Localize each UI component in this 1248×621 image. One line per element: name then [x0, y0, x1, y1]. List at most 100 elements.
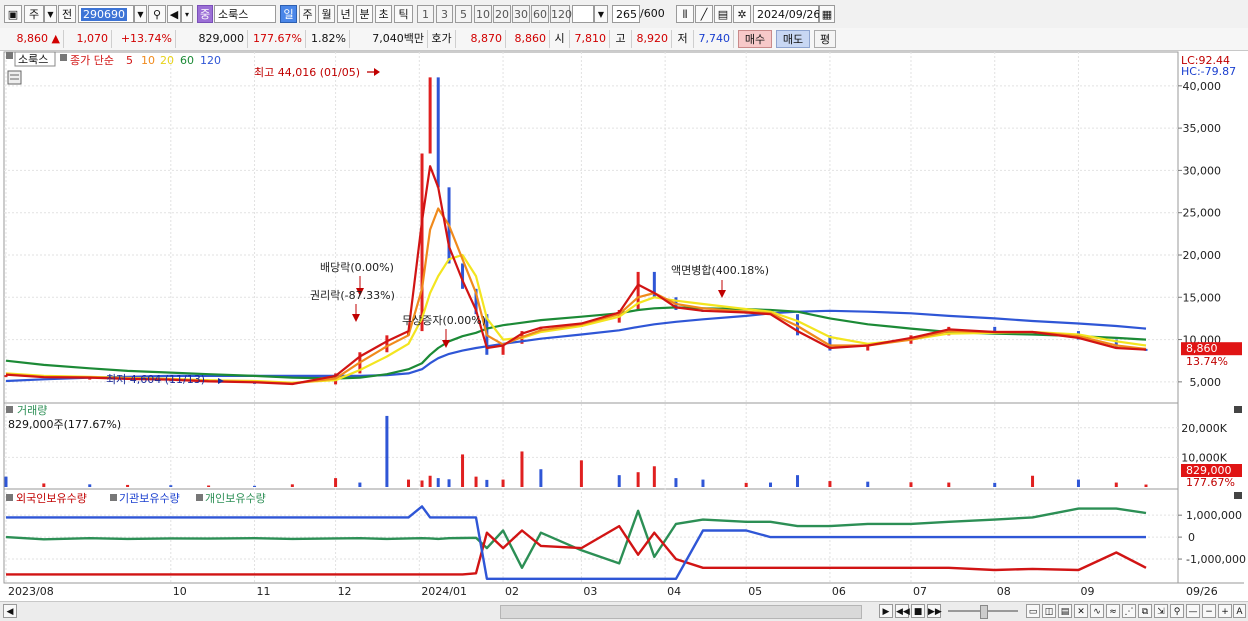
x-tick-label: 05	[748, 585, 762, 598]
wave-tool-icon[interactable]: ≈	[1106, 604, 1120, 618]
x-tick-label: 04	[667, 585, 681, 598]
volume-bar	[617, 475, 621, 487]
panel-bullet-icon	[196, 494, 203, 501]
interval-custom-input[interactable]	[572, 5, 594, 23]
interval-3-button[interactable]: 3	[436, 5, 453, 23]
crosshair-icon[interactable]: ✕	[1074, 604, 1088, 618]
calculator-icon[interactable]	[7, 70, 22, 85]
interval-dropdown-icon[interactable]: ▼	[594, 5, 608, 23]
tf-day-button[interactable]: 일	[280, 5, 297, 23]
panel-close-icon[interactable]	[1234, 492, 1242, 499]
price-candle	[385, 335, 389, 353]
low-price: 7,740	[694, 30, 734, 48]
ma-period-60: 60	[180, 54, 194, 67]
chart-area: 2023/08 10 11 12 2024/01 02 03 04 05 06 07 08 09 09/2…	[0, 50, 1248, 621]
stop-icon[interactable]: ■	[911, 604, 925, 618]
search-icon[interactable]: ⚲	[148, 5, 166, 23]
volume-bar	[520, 451, 524, 487]
price-candle	[428, 77, 432, 154]
ma-period-20: 20	[160, 54, 174, 67]
volume-tick-label: 20,000K	[1181, 422, 1227, 435]
interval-60-button[interactable]: 60	[531, 5, 549, 23]
gear-icon[interactable]: ✲	[733, 5, 751, 23]
scroll-right-icon[interactable]: ▶	[879, 604, 893, 618]
period-dropdown-icon[interactable]: ▼	[44, 5, 57, 23]
volume-bar	[420, 480, 424, 487]
zoom-slider-handle[interactable]	[980, 605, 988, 619]
plus-icon[interactable]: +	[1218, 604, 1232, 618]
chart-scrollbar[interactable]: ◀ ▶ ◀◀ ■ ▶▶ ▭ ◫ ▤ ✕ ∿ ≈ ⋰ ⧉ ⇲ ⚲ — − + A	[0, 601, 1248, 621]
price-change: 1,070	[64, 30, 112, 48]
interval-120-button[interactable]: 120	[550, 5, 572, 23]
magnifier-icon[interactable]: ⚲	[1170, 604, 1184, 618]
calendar-icon[interactable]: ▦	[819, 5, 835, 23]
fast-forward-icon[interactable]: ▶▶	[927, 604, 942, 618]
interval-20-button[interactable]: 20	[493, 5, 511, 23]
stock-code-input[interactable]: 290690	[78, 5, 134, 23]
even-button[interactable]: 평	[814, 30, 836, 48]
date-input[interactable]: 2024/09/26	[753, 5, 820, 23]
candle-type-icon[interactable]: ⫴	[676, 5, 694, 23]
panel-close-icon[interactable]	[1234, 406, 1242, 413]
speaker-dropdown-icon[interactable]: ▾	[181, 5, 193, 23]
tf-minute-button[interactable]: 분	[356, 5, 373, 23]
prev-button[interactable]: 전	[58, 5, 76, 23]
data-count-input[interactable]: 265	[612, 5, 640, 23]
tf-year-button[interactable]: 년	[337, 5, 354, 23]
tf-second-button[interactable]: 초	[375, 5, 392, 23]
volume-bar	[447, 479, 451, 487]
export-icon[interactable]: ⇲	[1154, 604, 1168, 618]
save-icon[interactable]: ▤	[714, 5, 732, 23]
interval-10-button[interactable]: 10	[474, 5, 492, 23]
volume-pct-label: 177.67%	[1186, 476, 1235, 489]
interval-5-button[interactable]: 5	[455, 5, 472, 23]
volume-bar	[334, 478, 338, 487]
price-change-pct: +13.74%	[112, 30, 176, 48]
volume-bar	[796, 475, 800, 487]
volume: 829,000	[176, 30, 248, 48]
minus-icon[interactable]: −	[1202, 604, 1216, 618]
tf-tick-button[interactable]: 틱	[394, 5, 413, 23]
volume-bar	[88, 484, 92, 487]
x-tick-label: 10	[173, 585, 187, 598]
draw-tool-icon[interactable]: ╱	[695, 5, 713, 23]
window-tile-icon[interactable]: ▭	[1026, 604, 1040, 618]
volume-bar	[866, 481, 870, 487]
volume-bar	[169, 485, 173, 487]
zoom-out-icon[interactable]: —	[1186, 604, 1200, 618]
layout-icon[interactable]: ▣	[4, 5, 22, 23]
trend-tool-icon[interactable]: ∿	[1090, 604, 1104, 618]
tf-week-button[interactable]: 주	[299, 5, 316, 23]
sell-button[interactable]: 매도	[776, 30, 810, 48]
font-size-icon[interactable]: A	[1233, 604, 1246, 618]
holdings-tick-label: 0	[1188, 531, 1195, 544]
window-stack-icon[interactable]: ▤	[1058, 604, 1072, 618]
tf-month-button[interactable]: 월	[318, 5, 335, 23]
volume-bar	[701, 479, 705, 487]
speaker-icon[interactable]: ◀	[167, 5, 181, 23]
stock-code-value: 290690	[81, 8, 127, 21]
copy-icon[interactable]: ⧉	[1138, 604, 1152, 618]
scroll-thumb[interactable]	[500, 605, 862, 619]
volume-bar	[126, 484, 130, 487]
interval-1-button[interactable]: 1	[417, 5, 434, 23]
ask-price: 8,870	[456, 30, 506, 48]
buy-button[interactable]: 매수	[738, 30, 772, 48]
x-tick-label: 11	[257, 585, 271, 598]
code-dropdown-icon[interactable]: ▼	[134, 5, 147, 23]
volume-bar	[674, 478, 678, 487]
volume-bar	[407, 479, 411, 487]
stock-chart[interactable]: 2023/08 10 11 12 2024/01 02 03 04 05 06 07 08 09 09/2…	[0, 50, 1248, 601]
stock-name-field[interactable]: 소룩스	[214, 5, 276, 23]
pattern-tool-icon[interactable]: ⋰	[1122, 604, 1136, 618]
window-split-icon[interactable]: ◫	[1042, 604, 1056, 618]
period-select[interactable]: 주	[24, 5, 44, 23]
interval-30-button[interactable]: 30	[512, 5, 530, 23]
volume-bar	[769, 482, 773, 487]
x-tick-label: 09/26	[1186, 585, 1218, 598]
volume-bar	[358, 482, 362, 487]
volume-bar	[436, 478, 440, 487]
high-label: 고	[610, 30, 632, 48]
rewind-icon[interactable]: ◀◀	[895, 604, 910, 618]
scroll-left-icon[interactable]: ◀	[3, 604, 17, 618]
